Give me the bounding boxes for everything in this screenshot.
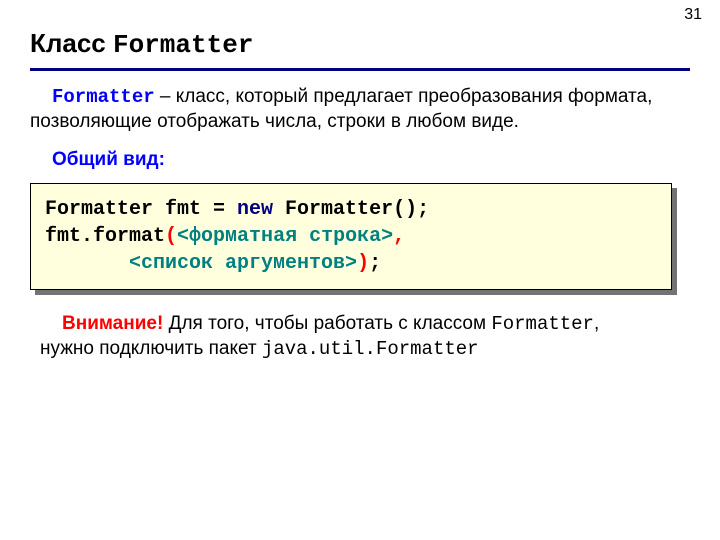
code-comma: ,: [393, 225, 405, 248]
note-warn: Внимание!: [62, 313, 163, 334]
title-mono: Formatter: [113, 30, 253, 60]
code-keyword-new: new: [237, 198, 273, 221]
code-block: Formatter fmt = new Formatter(); fmt.for…: [30, 183, 672, 290]
intro-keyword: Formatter: [52, 86, 155, 108]
note-class: Formatter: [491, 313, 594, 335]
code-l2a: fmt.format: [45, 225, 165, 248]
code-arg-format: <форматная строка>: [177, 225, 393, 248]
note-t1: Для того, чтобы работать с классом: [163, 313, 491, 334]
code-semicolon: ;: [369, 252, 381, 275]
code-open-paren: (: [165, 225, 177, 248]
note-paragraph: Внимание! Для того, чтобы работать с кла…: [40, 312, 652, 361]
note-package: java.util.Formatter: [262, 338, 479, 360]
code-close-paren: ): [357, 252, 369, 275]
page-number: 31: [684, 6, 702, 24]
section-label-text: Общий вид:: [52, 149, 165, 170]
body: Formatter – класс, который предлагает пр…: [0, 71, 720, 361]
title-prefix: Класс: [30, 28, 113, 58]
code-l1a: Formatter fmt =: [45, 198, 237, 221]
page-title: Класс Formatter: [0, 0, 720, 64]
code-l3pad: [45, 252, 129, 275]
section-label: Общий вид:: [30, 148, 672, 173]
intro-paragraph: Formatter – класс, который предлагает пр…: [30, 85, 672, 134]
code-arg-list: <список аргументов>: [129, 252, 357, 275]
code-l1c: Formatter();: [273, 198, 429, 221]
